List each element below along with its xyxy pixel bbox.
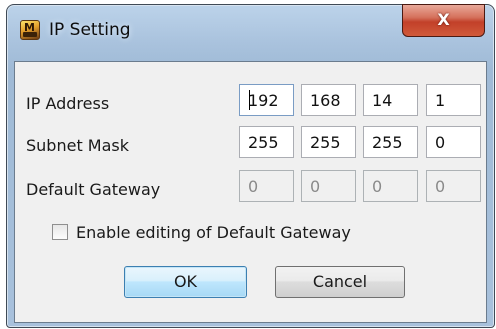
subnet-octet-3-input[interactable]: 255 bbox=[363, 126, 418, 158]
ip-octet-2-value: 168 bbox=[310, 91, 341, 110]
subnet-octet-1-input[interactable]: 255 bbox=[239, 126, 294, 158]
subnet-octet-2-value: 255 bbox=[310, 133, 341, 152]
gateway-octet-4-input: 0 bbox=[426, 170, 481, 202]
subnet-octet-1-value: 255 bbox=[248, 133, 279, 152]
gateway-octet-3-input: 0 bbox=[363, 170, 418, 202]
ip-octet-3-input[interactable]: 14 bbox=[363, 84, 418, 116]
app-logo-icon: M bbox=[20, 20, 40, 40]
subnet-octet-4-input[interactable]: 0 bbox=[426, 126, 481, 158]
ip-setting-window: M IP Setting X IP Address 192 168 14 1 S… bbox=[6, 4, 495, 328]
enable-gateway-editing-checkbox[interactable] bbox=[52, 224, 68, 240]
window-title: IP Setting bbox=[49, 20, 131, 40]
subnet-octet-2-input[interactable]: 255 bbox=[301, 126, 356, 158]
ip-octet-1-input[interactable]: 192 bbox=[239, 84, 294, 116]
gateway-octet-1-value: 0 bbox=[248, 177, 259, 196]
subnet-octet-4-value: 0 bbox=[435, 133, 446, 152]
cancel-button[interactable]: Cancel bbox=[275, 266, 405, 298]
close-icon: X bbox=[437, 10, 450, 29]
dialog-body: IP Address 192 168 14 1 Subnet Mask 255 … bbox=[14, 61, 487, 323]
app-icon-bar bbox=[23, 32, 37, 37]
gateway-octet-4-value: 0 bbox=[435, 177, 446, 196]
enable-gateway-editing-label[interactable]: Enable editing of Default Gateway bbox=[76, 223, 351, 242]
subnet-mask-label: Subnet Mask bbox=[26, 136, 130, 155]
ip-address-label: IP Address bbox=[26, 94, 110, 113]
subnet-octet-3-value: 255 bbox=[372, 133, 403, 152]
gateway-octet-3-value: 0 bbox=[372, 177, 383, 196]
default-gateway-label: Default Gateway bbox=[26, 180, 161, 199]
ip-octet-2-input[interactable]: 168 bbox=[301, 84, 356, 116]
ok-button[interactable]: OK bbox=[124, 266, 247, 298]
ip-octet-4-input[interactable]: 1 bbox=[426, 84, 481, 116]
ip-octet-1-value: 192 bbox=[248, 91, 279, 110]
title-bar[interactable]: M IP Setting X bbox=[7, 4, 494, 61]
text-caret bbox=[249, 90, 250, 110]
close-button[interactable]: X bbox=[402, 4, 485, 37]
ip-octet-3-value: 14 bbox=[372, 91, 393, 110]
gateway-octet-2-value: 0 bbox=[310, 177, 321, 196]
gateway-octet-1-input: 0 bbox=[239, 170, 294, 202]
gateway-octet-2-input: 0 bbox=[301, 170, 356, 202]
ip-octet-4-value: 1 bbox=[435, 91, 446, 110]
